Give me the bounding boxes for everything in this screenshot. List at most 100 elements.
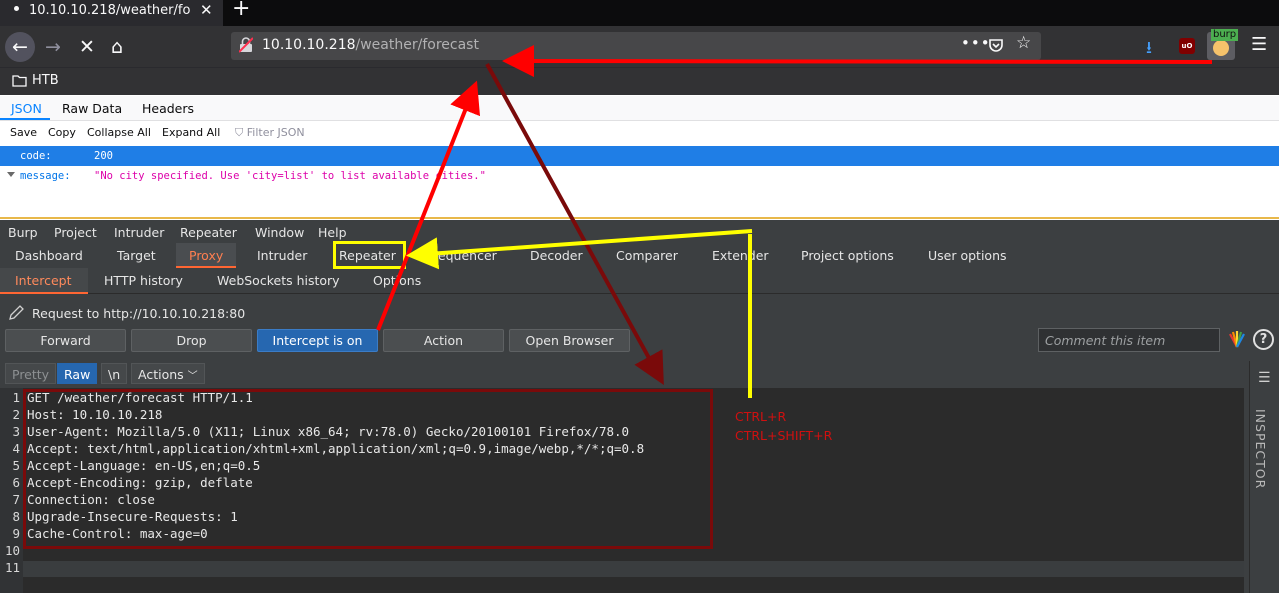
home-icon[interactable]: ⌂ (102, 32, 132, 62)
url-path: /weather/forecast (355, 37, 479, 53)
comment-input[interactable]: Comment this item (1038, 328, 1220, 352)
tab-json[interactable]: JSON (11, 101, 42, 116)
subtab-intercept[interactable]: Intercept (15, 273, 71, 288)
save-button[interactable]: Save (10, 126, 37, 139)
tab-user-options[interactable]: User options (928, 248, 1007, 263)
download-icon[interactable]: ⭳ (1146, 35, 1152, 64)
browser-tab[interactable]: 10.10.10.218/weather/fo (0, 0, 223, 26)
menu-window[interactable]: Window (255, 225, 304, 240)
actions-dropdown[interactable]: Actions ﹀ (131, 363, 205, 384)
menu-help[interactable]: Help (318, 225, 347, 240)
stop-icon[interactable]: ✕ (72, 32, 102, 62)
back-icon[interactable]: ← (5, 32, 35, 62)
raw-view-button[interactable]: Raw (57, 363, 98, 384)
filter-json-input[interactable]: ⛉ Filter JSON (235, 126, 305, 140)
subtab-websockets-history[interactable]: WebSockets history (217, 273, 340, 288)
action-button[interactable]: Action (383, 329, 504, 352)
tab-proxy[interactable]: Proxy (189, 248, 223, 263)
tab-target[interactable]: Target (117, 248, 156, 263)
proxy-sub-tabs: Intercept HTTP history WebSockets histor… (0, 268, 1279, 294)
panel-menu-icon[interactable]: ☰ (1258, 370, 1271, 386)
open-browser-button[interactable]: Open Browser (509, 329, 630, 352)
new-tab-icon[interactable]: + (232, 0, 250, 21)
drop-button[interactable]: Drop (131, 329, 252, 352)
extension-badge: burp (1211, 29, 1239, 41)
menu-repeater[interactable]: Repeater (180, 225, 237, 240)
forward-button[interactable]: Forward (5, 329, 126, 352)
tab-dashboard[interactable]: Dashboard (15, 248, 83, 263)
line-number: 9 (12, 526, 20, 541)
json-value: "No city specified. Use 'city=list' to l… (94, 170, 486, 182)
url-text: 10.10.10.218/weather/forecast (262, 37, 479, 53)
json-row[interactable]: code: 200 (0, 146, 1279, 166)
line-number: 10 (4, 543, 20, 558)
page-actions-icon[interactable]: ••• (961, 34, 991, 52)
browser-tab-bar: 10.10.10.218/weather/fo ✕ + (0, 0, 1279, 26)
ublock-icon[interactable]: uO (1179, 38, 1195, 54)
line-number: 3 (12, 424, 20, 439)
json-key: message: (20, 170, 71, 182)
actions-label: Actions (138, 367, 184, 382)
inspector-panel[interactable]: ☰ INSPECTOR (1249, 361, 1279, 593)
active-tab-indicator (0, 118, 50, 120)
tab-sequencer[interactable]: Sequencer (430, 248, 497, 263)
shortcut-note: CTRL+R (735, 409, 787, 424)
repeater-highlight-box (333, 241, 406, 269)
json-key: code: (20, 150, 52, 162)
tab-comparer[interactable]: Comparer (616, 248, 678, 263)
hamburger-menu-icon[interactable]: ☰ (1251, 34, 1267, 55)
collapse-all-button[interactable]: Collapse All (87, 126, 151, 139)
line-number: 6 (12, 475, 20, 490)
navigation-toolbar: ← → ✕ ⌂ 10.10.10.218/weather/forecast ••… (0, 26, 1279, 67)
tab-headers[interactable]: Headers (142, 101, 194, 116)
folder-icon (12, 75, 27, 87)
url-host: 10.10.10.218 (262, 37, 356, 53)
pretty-view-button[interactable]: Pretty (5, 363, 57, 384)
active-subtab-indicator (0, 292, 88, 294)
json-row[interactable]: message: "No city specified. Use 'city=l… (0, 166, 1279, 186)
expand-triangle-icon[interactable] (7, 172, 15, 177)
burp-menu-bar: Burp Project Intruder Repeater Window He… (0, 220, 1279, 243)
subtab-options[interactable]: Options (373, 273, 421, 288)
bookmark-htb[interactable]: HTB (32, 73, 59, 88)
url-bar[interactable]: 10.10.10.218/weather/forecast ••• ☆ (231, 32, 1041, 60)
tab-project-options[interactable]: Project options (801, 248, 894, 263)
menu-burp[interactable]: Burp (8, 225, 38, 240)
tab-loading-icon (14, 6, 19, 11)
line-number: 4 (12, 441, 20, 456)
close-icon[interactable]: ✕ (200, 1, 213, 19)
line-number: 1 (12, 390, 20, 405)
tab-raw-data[interactable]: Raw Data (62, 101, 122, 116)
foxyproxy-face-icon (1213, 40, 1229, 56)
highlight-color-icon[interactable] (1228, 330, 1246, 348)
copy-button[interactable]: Copy (48, 126, 76, 139)
forward-icon[interactable]: → (38, 32, 68, 62)
chevron-down-icon: ﹀ (187, 371, 198, 382)
bookmark-star-icon[interactable]: ☆ (1016, 33, 1031, 53)
tab-extender[interactable]: Extender (712, 248, 769, 263)
filter-icon: ⛉ (235, 126, 247, 139)
expand-all-button[interactable]: Expand All (162, 126, 220, 139)
help-icon[interactable]: ? (1253, 329, 1274, 350)
request-target: Request to http://10.10.10.218:80 (32, 306, 246, 321)
json-value: 200 (94, 150, 113, 162)
tab-intruder[interactable]: Intruder (257, 248, 307, 263)
tab-title: 10.10.10.218/weather/fo (29, 3, 191, 18)
intercept-toggle-button[interactable]: Intercept is on (257, 329, 378, 352)
line-number: 11 (4, 560, 20, 575)
line-number: 7 (12, 492, 20, 507)
pocket-icon[interactable] (988, 37, 1004, 53)
menu-project[interactable]: Project (54, 225, 97, 240)
bookmarks-toolbar: HTB (0, 67, 1279, 95)
tab-decoder[interactable]: Decoder (530, 248, 583, 263)
newline-toggle-button[interactable]: \n (101, 363, 128, 384)
menu-intruder[interactable]: Intruder (114, 225, 164, 240)
line-number: 8 (12, 509, 20, 524)
subtab-http-history[interactable]: HTTP history (104, 273, 183, 288)
pencil-icon (9, 305, 24, 320)
current-line-highlight (23, 561, 1244, 577)
message-editor-toolbar: Pretty Raw \n Actions ﹀ (0, 361, 1249, 387)
json-toolbar: Save Copy Collapse All Expand All ⛉ Filt… (0, 122, 1279, 144)
json-viewer-tabs: JSON Raw Data Headers (0, 96, 1279, 121)
line-number: 2 (12, 407, 20, 422)
